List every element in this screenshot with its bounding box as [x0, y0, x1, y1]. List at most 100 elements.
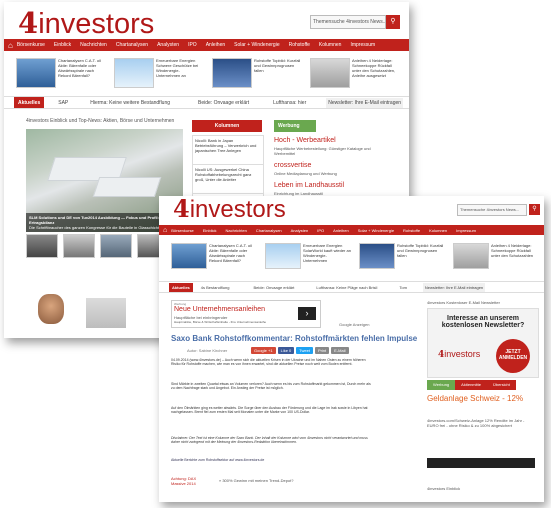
facebook-like-button[interactable]: Like 0 — [277, 347, 295, 354]
newsletter-box[interactable]: Interesse an unserem kostenlosen Newslet… — [427, 308, 539, 378]
newsletter-signup-button[interactable]: JETZT ANMELDEN — [496, 339, 530, 373]
ticker-item[interactable]: Tom — [399, 285, 407, 290]
werbung-label: Werbung — [278, 123, 300, 129]
nav-item[interactable]: Rohstoffe — [289, 42, 310, 48]
search-input[interactable]: Themensuche 4investors News... — [457, 204, 527, 216]
nav-item[interactable]: Anleihen — [206, 42, 225, 48]
nav-item[interactable]: Kolumnen — [319, 42, 342, 48]
teaser-image — [171, 243, 207, 269]
nav-item[interactable]: Impressum — [456, 228, 476, 233]
nav-item[interactable]: Nachrichten — [80, 42, 107, 48]
thumbnail[interactable] — [26, 234, 58, 258]
ticker-item[interactable]: Hierma: Keine weitere Bestandflung — [90, 100, 170, 106]
teaser-row: Chartanalysen C.A.T. oil Aktie: Bärenfal… — [16, 58, 406, 88]
search-icon: ⚲ — [532, 206, 537, 212]
ad-title[interactable]: Geldanlage Schweiz - 12% — [427, 394, 535, 403]
home-icon[interactable]: ⌂ — [8, 41, 13, 50]
teaser-item[interactable]: Chartanalysen C.A.T. oil Aktie: Bärenfal… — [16, 58, 106, 88]
teaser-item[interactable]: Chartanalysen C.A.T. oil Aktie: Bärenfal… — [171, 243, 257, 271]
ad-link[interactable]: Hoch - Werbeartikel — [274, 137, 336, 144]
text-ad[interactable]: Werbung Neue Unternehmensanleihen Hauptf… — [171, 300, 321, 328]
teaser-row: Chartanalysen C.A.T. oil Aktie: Bärenfal… — [171, 243, 541, 271]
nav-item[interactable]: Chartanalysen — [116, 42, 148, 48]
search-button[interactable]: ⚲ — [386, 15, 400, 29]
ad-arrow-button[interactable]: › — [298, 307, 316, 320]
sidebar-section-label: 4investors Einblick — [427, 486, 461, 491]
nav-item[interactable]: Kolumnen — [429, 228, 447, 233]
article-headline: Saxo Bank Rohstoffkommentar: Rohstoffmär… — [171, 334, 418, 343]
author-photo — [38, 294, 64, 324]
nav-item[interactable]: Einblick — [54, 42, 71, 48]
bottom-teaser[interactable]: » 300% Gewinn mit meinen Trend-Depot? — [219, 478, 359, 486]
teaser-item[interactable]: Anleihen 4 Neiderlage: Schneekoppe Rückf… — [453, 243, 539, 271]
nav-item[interactable]: Nachrichten — [226, 228, 247, 233]
ad-description: 4investors.com/Schweiz-Anlage 12% Rendit… — [427, 418, 525, 428]
teaser-item[interactable]: Erneuerbare Energien SolarWorld kauft wi… — [265, 243, 351, 271]
print-button[interactable]: Print — [314, 347, 330, 354]
teaser-item[interactable]: Rohstoffe Topbild: Kurzfall und Gewinnpr… — [212, 58, 302, 88]
ad-link[interactable]: Leben im Landhausstil — [274, 182, 344, 189]
nav-item[interactable]: Chartanalysen — [256, 228, 282, 233]
thumbnail[interactable] — [100, 234, 132, 258]
ticker-item[interactable]: 4s Bestandflung — [201, 285, 230, 290]
nav-item[interactable]: Solar + Windenergie — [358, 228, 394, 233]
teaser-caption: Anleihen 4 Neiderlage: Schneekoppe Rückf… — [352, 58, 396, 78]
tab-uebersicht[interactable]: Übersicht — [486, 380, 516, 390]
article-paragraph: Sind Märkte in zweiten Quartal etwas an … — [171, 382, 371, 391]
nav-item[interactable]: Anleihen — [333, 228, 349, 233]
tab-aktienmitte[interactable]: Aktienmitte — [455, 380, 487, 390]
sidebar-tabs: Werbung Aktienmitte Übersicht — [427, 380, 537, 390]
thumbnail-strip — [26, 234, 169, 258]
kolumnen-item[interactable]: Nicolli: Bank in Japan Betriebsführung –… — [192, 135, 264, 165]
nav-item[interactable]: Analysten — [291, 228, 309, 233]
ad-link-sub: Online Mediaplanung und Werbung — [274, 171, 337, 176]
ticker-item[interactable]: Lufthansa: Keine Pläge nach Brisil — [316, 285, 377, 290]
ad-title: Neue Unternehmensanleihen — [174, 306, 266, 313]
newsletter-signup[interactable]: Newsletter: Ihre E-Mail eintragen — [326, 97, 404, 108]
building-roof — [92, 177, 162, 197]
nav-item[interactable]: IPO — [188, 42, 197, 48]
teaser-image — [310, 58, 350, 88]
teaser-image — [16, 58, 56, 88]
email-button[interactable]: E-Mail — [331, 347, 349, 354]
kolumnen-header[interactable]: Kolumnen — [192, 120, 262, 132]
ticker-label: Aktuelles — [14, 97, 45, 108]
bottom-teaser[interactable]: Achtung: DAX Massive 2014 — [171, 476, 207, 486]
more-articles-link[interactable]: Aktuelle Berichte zum Rohstoffsektor auf… — [171, 458, 371, 464]
search-icon: ⚲ — [390, 18, 396, 25]
ticker-item[interactable]: SAP — [58, 100, 68, 106]
search-button[interactable]: ⚲ — [529, 204, 540, 215]
teaser-item[interactable]: Rohstoffe Topbild: Kurzfall und Gewinnpr… — [359, 243, 445, 271]
teaser-item[interactable]: Erneuerbare Energien Schwere Geschütze b… — [114, 58, 204, 88]
site-logo[interactable]: 4investors — [173, 196, 286, 224]
kolumnen-item[interactable]: Nicolli US: Ausgewerkel China Rohstoffab… — [192, 164, 264, 194]
site-logo[interactable]: 4investors — [18, 6, 154, 41]
nav-item[interactable]: Impressum — [350, 42, 375, 48]
thumbnail[interactable] — [63, 234, 95, 258]
google-plus-button[interactable]: Google +1 — [251, 347, 276, 354]
search-input[interactable]: Themensuche 4investors News... — [310, 15, 386, 29]
nav-item[interactable]: Börsenkurse — [17, 42, 45, 48]
article-paragraph: Auf den Ölmärkten ging es weiter abwärts… — [171, 406, 368, 415]
werbung-tab[interactable]: Werbung — [274, 120, 316, 132]
nav-item[interactable]: Rohstoffe — [403, 228, 420, 233]
news-ticker: Aktuelles SAP Hierma: Keine weitere Best… — [4, 96, 409, 109]
ticker-item[interactable]: Beide: Onvaage erklärt — [198, 100, 249, 106]
teaser-caption: Rohstoffe Topbild: Kurzfall und Gewinnpr… — [397, 243, 444, 258]
teaser-image — [212, 58, 252, 88]
nav-item[interactable]: Börsenkurse — [171, 228, 193, 233]
disclaimer: Disclaimer: Der Text ist eine Kolumne de… — [171, 436, 368, 445]
home-icon[interactable]: ⌂ — [163, 227, 167, 234]
newsletter-signup[interactable]: Newsletter: Ihre E-Mail eintragen — [422, 282, 486, 292]
nav-item[interactable]: Solar + Windenergie — [234, 42, 279, 48]
teaser-item[interactable]: Anleihen 4 Neiderlage: Schneekoppe Rückf… — [310, 58, 400, 88]
tweet-button[interactable]: Tweet — [296, 347, 313, 354]
nav-item[interactable]: IPO — [317, 228, 324, 233]
tab-werbung[interactable]: Werbung — [427, 380, 456, 390]
teaser-image — [114, 58, 154, 88]
ad-link[interactable]: crossvertise — [274, 162, 311, 169]
nav-item[interactable]: Einblick — [203, 228, 217, 233]
ticker-item[interactable]: Lufthansa: hier — [273, 100, 306, 106]
ticker-item[interactable]: Beide: Onvaage erklärt — [253, 285, 294, 290]
nav-item[interactable]: Analysten — [157, 42, 179, 48]
